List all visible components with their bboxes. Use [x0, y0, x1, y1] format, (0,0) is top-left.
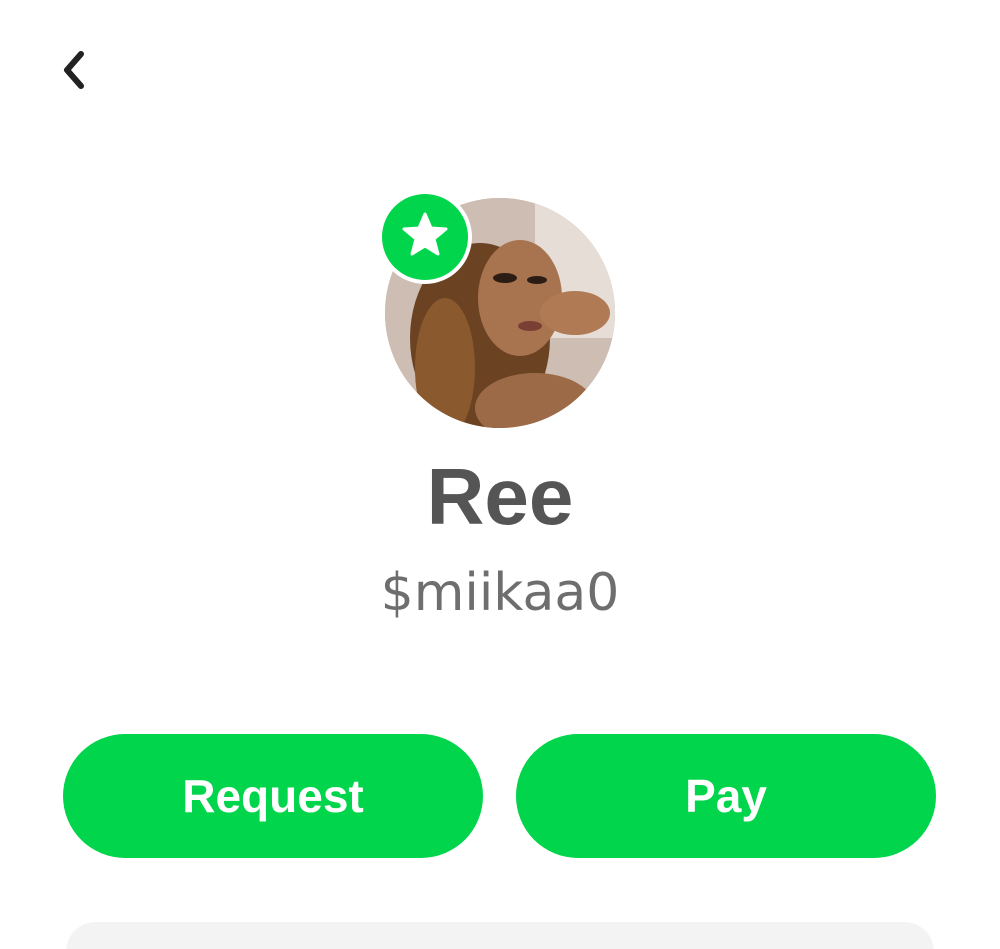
request-button[interactable]: Request [63, 734, 483, 858]
activity-card [66, 922, 934, 949]
cashtag: $miikaa0 [380, 563, 620, 623]
verified-badge [378, 190, 472, 284]
chevron-left-icon [59, 48, 89, 97]
star-icon [401, 211, 449, 264]
profile-screen: Ree $miikaa0 Request Pay [0, 0, 1000, 949]
back-button[interactable] [46, 44, 102, 100]
avatar-container [378, 190, 615, 428]
pay-button[interactable]: Pay [516, 734, 936, 858]
star-badge-circle [382, 194, 468, 280]
display-name: Ree [426, 452, 574, 541]
